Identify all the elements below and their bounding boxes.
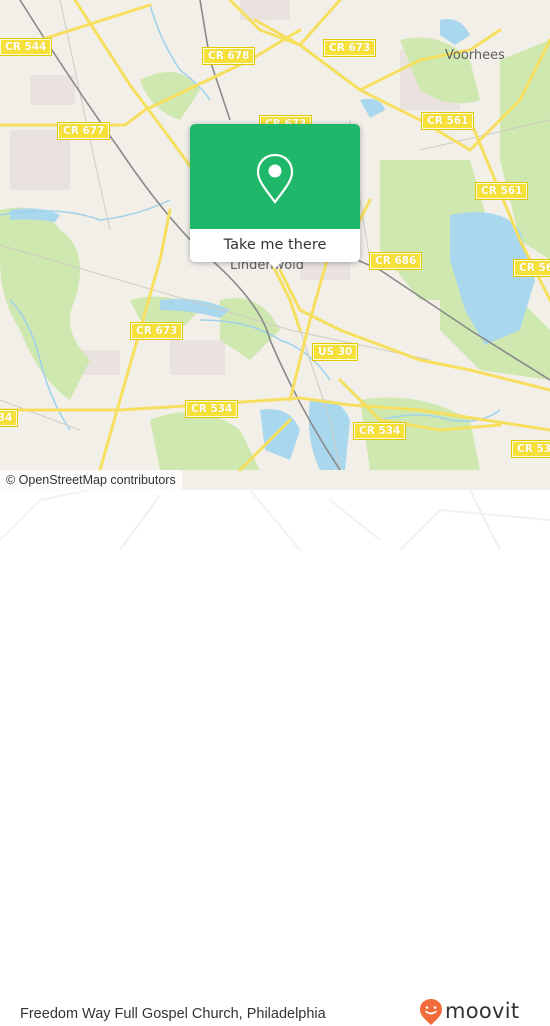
- popup-header: [190, 124, 360, 229]
- popup-pointer: [267, 260, 283, 269]
- map-view[interactable]: CR 544 CR 678 CR 673 CR 677 CR 673 CR 56…: [0, 0, 550, 490]
- road-label-cr534: CR 534: [0, 409, 19, 427]
- road-label-cr56: CR 56: [512, 259, 550, 277]
- footer-pattern: [0, 490, 550, 550]
- road-label-cr678: CR 678: [201, 47, 256, 65]
- road-label-cr673: CR 673: [129, 322, 184, 340]
- moovit-wordmark: moovit: [445, 998, 520, 1023]
- road-label-cr534: CR 534: [184, 400, 239, 418]
- road-label-cr561: CR 561: [420, 112, 475, 130]
- map-attribution[interactable]: © OpenStreetMap contributors: [0, 470, 182, 490]
- moovit-pin-icon: [420, 999, 442, 1025]
- road-label-cr544: CR 544: [0, 38, 53, 56]
- road-label-cr677: CR 677: [56, 122, 111, 140]
- place-name: Freedom Way Full Gospel Church, Philadel…: [20, 1006, 326, 1022]
- road-label-cr534: CR 534: [510, 440, 550, 458]
- road-label-us30: US 30: [311, 343, 359, 361]
- road-label-cr686: CR 686: [368, 252, 423, 270]
- take-me-there-button[interactable]: Take me there: [190, 229, 360, 262]
- road-label-cr673: CR 673: [322, 39, 377, 57]
- road-label-cr561: CR 561: [474, 182, 529, 200]
- footer: Freedom Way Full Gospel Church, Philadel…: [0, 490, 550, 1025]
- road-label-cr534: CR 534: [352, 422, 407, 440]
- moovit-logo[interactable]: moovit: [419, 998, 519, 1026]
- location-pin-icon: [256, 153, 294, 204]
- town-label-voorhees: Voorhees: [445, 48, 505, 63]
- destination-popup: Take me there: [190, 124, 360, 269]
